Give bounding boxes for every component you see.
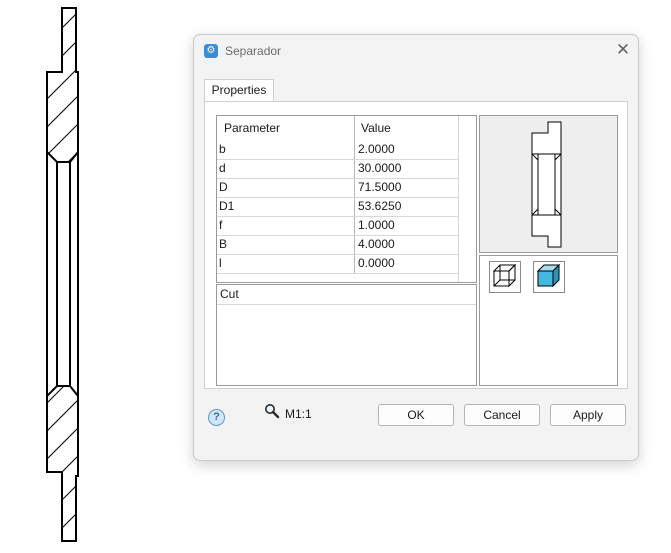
- cut-label: Cut: [220, 287, 239, 301]
- parameter-name: l: [219, 256, 222, 270]
- parameter-name: D: [219, 180, 228, 194]
- dialog-title: Separador: [225, 44, 282, 58]
- table-row[interactable]: b 2.0000: [217, 141, 458, 160]
- cut-divider: [217, 304, 476, 305]
- gear-icon: ⚙: [204, 44, 218, 58]
- parameter-value[interactable]: 2.0000: [358, 142, 395, 156]
- parameter-value[interactable]: 1.0000: [358, 218, 395, 232]
- title-bar[interactable]: ⚙ Separador ✕: [194, 35, 638, 67]
- parameter-value[interactable]: 71.5000: [358, 180, 401, 194]
- parameter-name: f: [219, 218, 223, 232]
- parameter-value[interactable]: 0.0000: [358, 256, 395, 270]
- part-preview: [479, 115, 618, 253]
- parameter-name: D1: [219, 199, 235, 213]
- help-icon[interactable]: ?: [208, 409, 225, 426]
- close-icon[interactable]: ✕: [614, 39, 632, 61]
- wireframe-cube-icon: [489, 261, 521, 293]
- apply-button[interactable]: Apply: [550, 404, 626, 426]
- parameter-name: B: [219, 237, 228, 251]
- zoom-icon[interactable]: [264, 403, 280, 419]
- scale-label: M1:1: [285, 407, 312, 421]
- parameter-table[interactable]: Parameter Value b 2.0000 d 30.0000 D 71.…: [216, 115, 477, 283]
- table-row[interactable]: B 4.0000: [217, 236, 458, 255]
- table-row[interactable]: D 71.5000: [217, 179, 458, 198]
- wireframe-view-button[interactable]: [489, 261, 521, 293]
- shaded-view-button[interactable]: [533, 261, 565, 293]
- part-preview-drawing: [531, 121, 562, 248]
- parameter-value[interactable]: 53.6250: [358, 199, 401, 213]
- shaded-cube-icon: [533, 261, 565, 293]
- view-mode-panel: [479, 255, 618, 386]
- cancel-button[interactable]: Cancel: [464, 404, 540, 426]
- separador-dialog: ⚙ Separador ✕ Properties Parameter Value…: [193, 34, 639, 461]
- column-header-value[interactable]: Value: [355, 116, 458, 141]
- table-row[interactable]: f 1.0000: [217, 217, 458, 236]
- table-scroll-edge: [458, 116, 459, 282]
- table-row[interactable]: l 0.0000: [217, 255, 458, 274]
- parameter-name: d: [219, 161, 226, 175]
- parameter-name: b: [219, 142, 226, 156]
- ok-button[interactable]: OK: [378, 404, 454, 426]
- column-header-parameter[interactable]: Parameter: [217, 116, 354, 141]
- table-row[interactable]: d 30.0000: [217, 160, 458, 179]
- parameter-value[interactable]: 30.0000: [358, 161, 401, 175]
- properties-panel: Parameter Value b 2.0000 d 30.0000 D 71.…: [204, 101, 628, 389]
- cad-cross-section-drawing: [46, 7, 79, 542]
- cut-list[interactable]: Cut: [216, 284, 477, 386]
- tab-properties[interactable]: Properties: [204, 79, 274, 102]
- table-row[interactable]: D1 53.6250: [217, 198, 458, 217]
- parameter-value[interactable]: 4.0000: [358, 237, 395, 251]
